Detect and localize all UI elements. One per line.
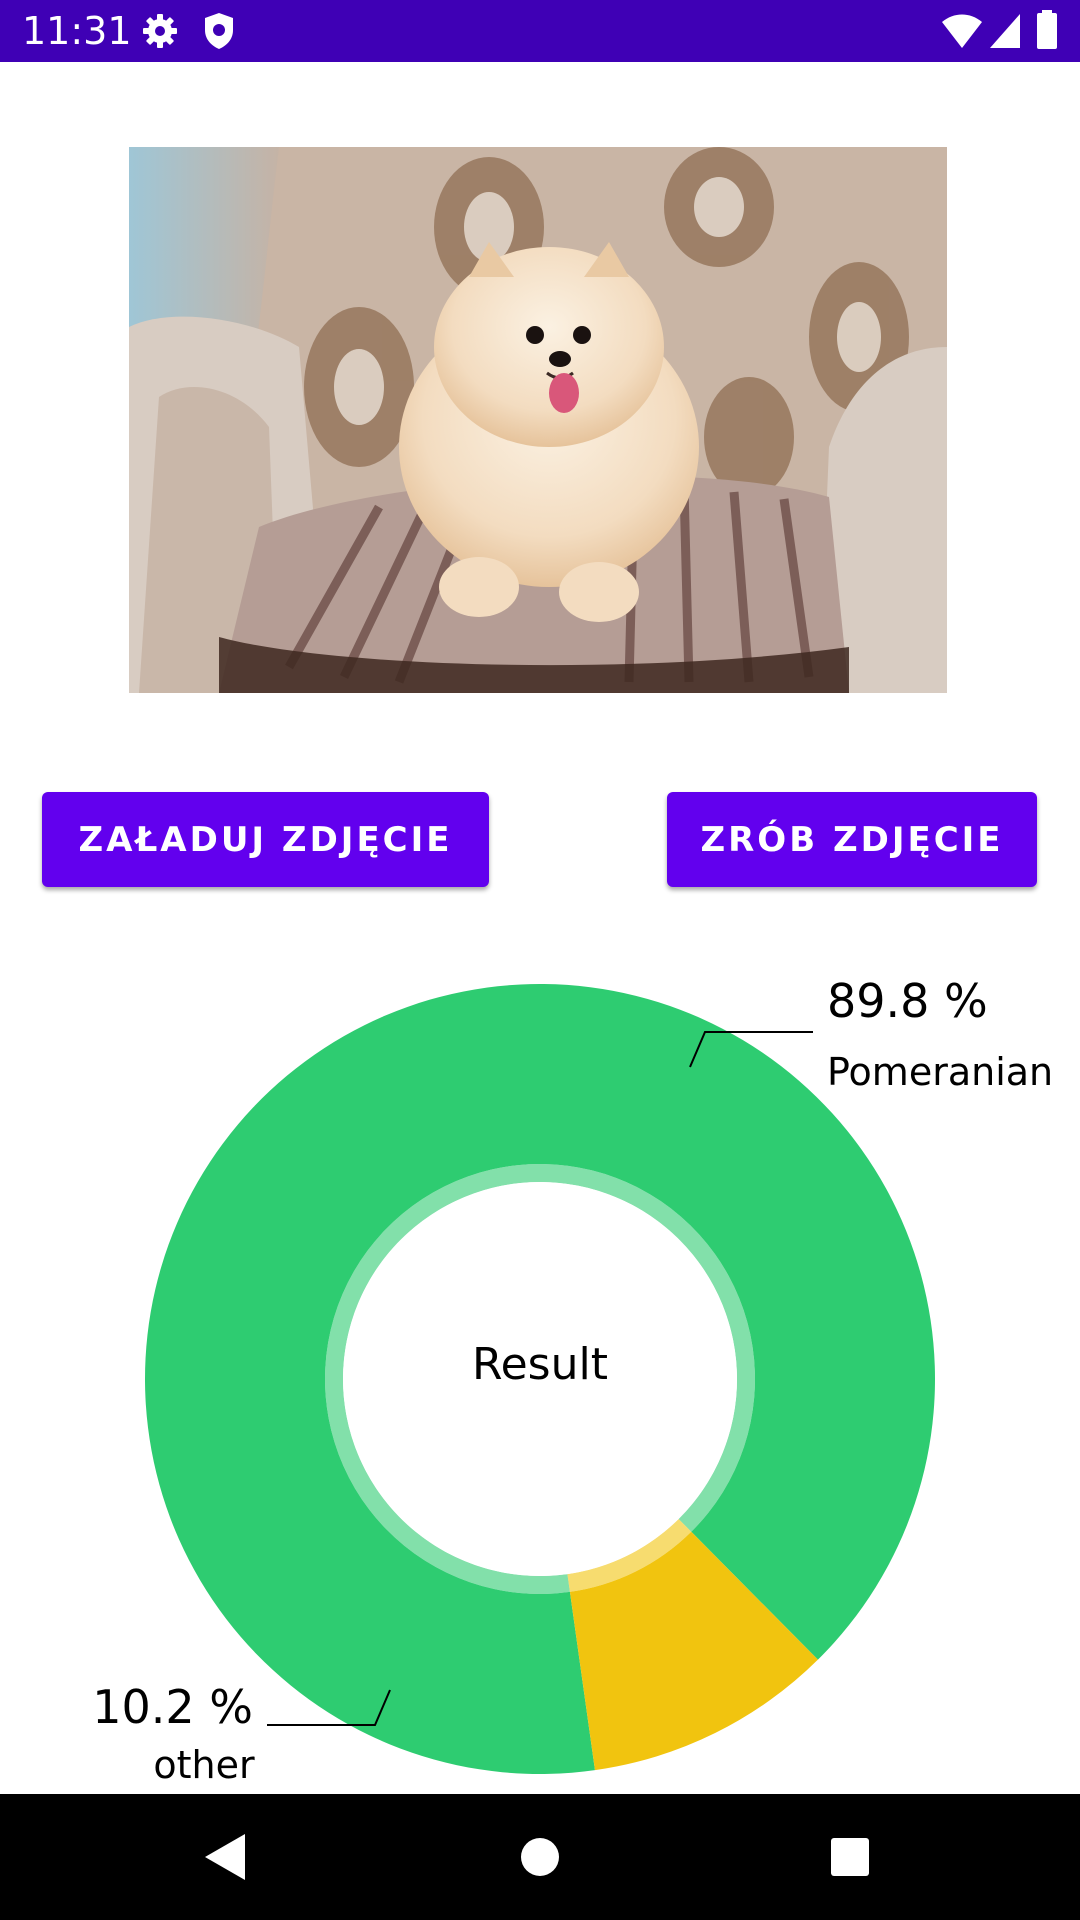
status-time: 11:31 [22, 9, 132, 53]
home-icon[interactable] [500, 1822, 580, 1892]
shield-icon [202, 11, 236, 56]
slice-value-label-pomeranian: 89.8 % [827, 974, 988, 1028]
slice-name-label-pomeranian: Pomeranian [827, 1050, 1053, 1094]
chart-center-label: Result [472, 1339, 608, 1390]
battery-icon [1036, 10, 1058, 55]
status-bar: 11:31 [0, 0, 1080, 62]
slice-value-label-other: 10.2 % [92, 1680, 253, 1734]
navigation-bar [0, 1794, 1080, 1920]
result-pie-chart: Result 89.8 % Pomeranian 10.2 % other [0, 960, 1080, 1790]
recents-icon[interactable] [810, 1822, 890, 1892]
settings-icon [140, 11, 180, 56]
screen: 11:31 ZAŁADUJ ZDJĘCIE ZRÓB ZDJĘCIE Resul… [0, 0, 1080, 1920]
signal-icon [988, 12, 1022, 55]
wifi-icon [940, 12, 984, 55]
load-photo-button[interactable]: ZAŁADUJ ZDJĘCIE [42, 792, 489, 887]
slice-name-label-other: other [153, 1743, 255, 1787]
back-icon[interactable] [185, 1822, 265, 1892]
take-photo-button[interactable]: ZRÓB ZDJĘCIE [667, 792, 1037, 887]
pomeranian-dog-photo [129, 147, 947, 693]
